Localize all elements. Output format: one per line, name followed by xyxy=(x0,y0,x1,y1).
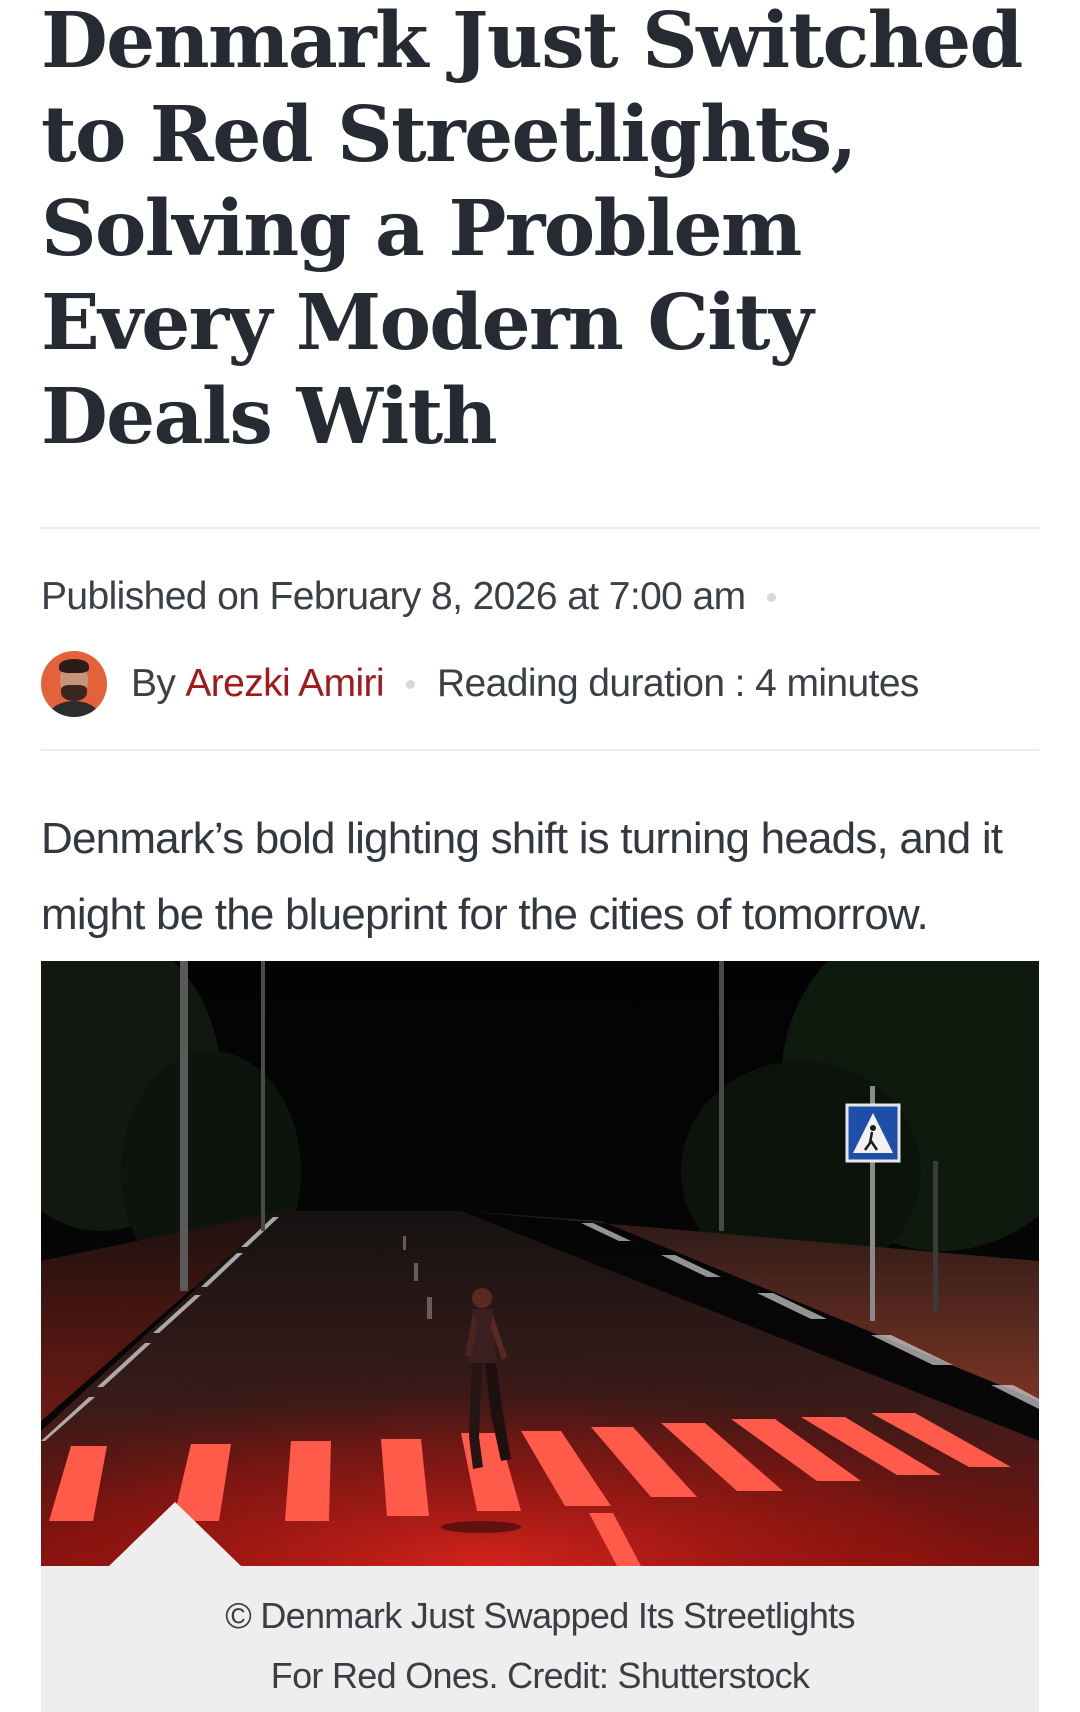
by-label: By xyxy=(131,662,176,705)
article-meta: Published on February 8, 2026 at 7:00 am… xyxy=(41,529,1039,749)
article-figure: © Denmark Just Swapped Its Streetlights … xyxy=(41,961,1039,1712)
caption-line: For Red Ones. Credit: Shutterstock xyxy=(270,1655,810,1696)
caption-pointer xyxy=(109,1502,241,1566)
article-photo[interactable] xyxy=(41,961,1039,1566)
publish-date-row: Published on February 8, 2026 at 7:00 am xyxy=(41,573,1039,621)
divider xyxy=(41,749,1039,751)
separator-dot xyxy=(767,592,777,602)
separator-dot xyxy=(405,679,415,689)
reading-duration: Reading duration : 4 minutes xyxy=(436,662,919,705)
author-avatar[interactable] xyxy=(41,651,107,717)
pedestrian-crossing-icon xyxy=(845,1103,901,1163)
publish-date: Published on February 8, 2026 at 7:00 am xyxy=(41,575,746,618)
caption-line: © Denmark Just Swapped Its Streetlights xyxy=(225,1595,855,1636)
figure-caption: © Denmark Just Swapped Its Streetlights … xyxy=(41,1586,1039,1706)
headline: Denmark Just Switched to Red Streetlight… xyxy=(41,0,1023,462)
article: Denmark Just Switched to Red Streetlight… xyxy=(41,0,1039,953)
author-link[interactable]: Arezki Amiri xyxy=(185,662,384,706)
article-lede: Denmark’s bold lighting shift is turning… xyxy=(41,814,1003,939)
byline: By Arezki Amiri Reading duration : 4 min… xyxy=(41,651,1039,717)
